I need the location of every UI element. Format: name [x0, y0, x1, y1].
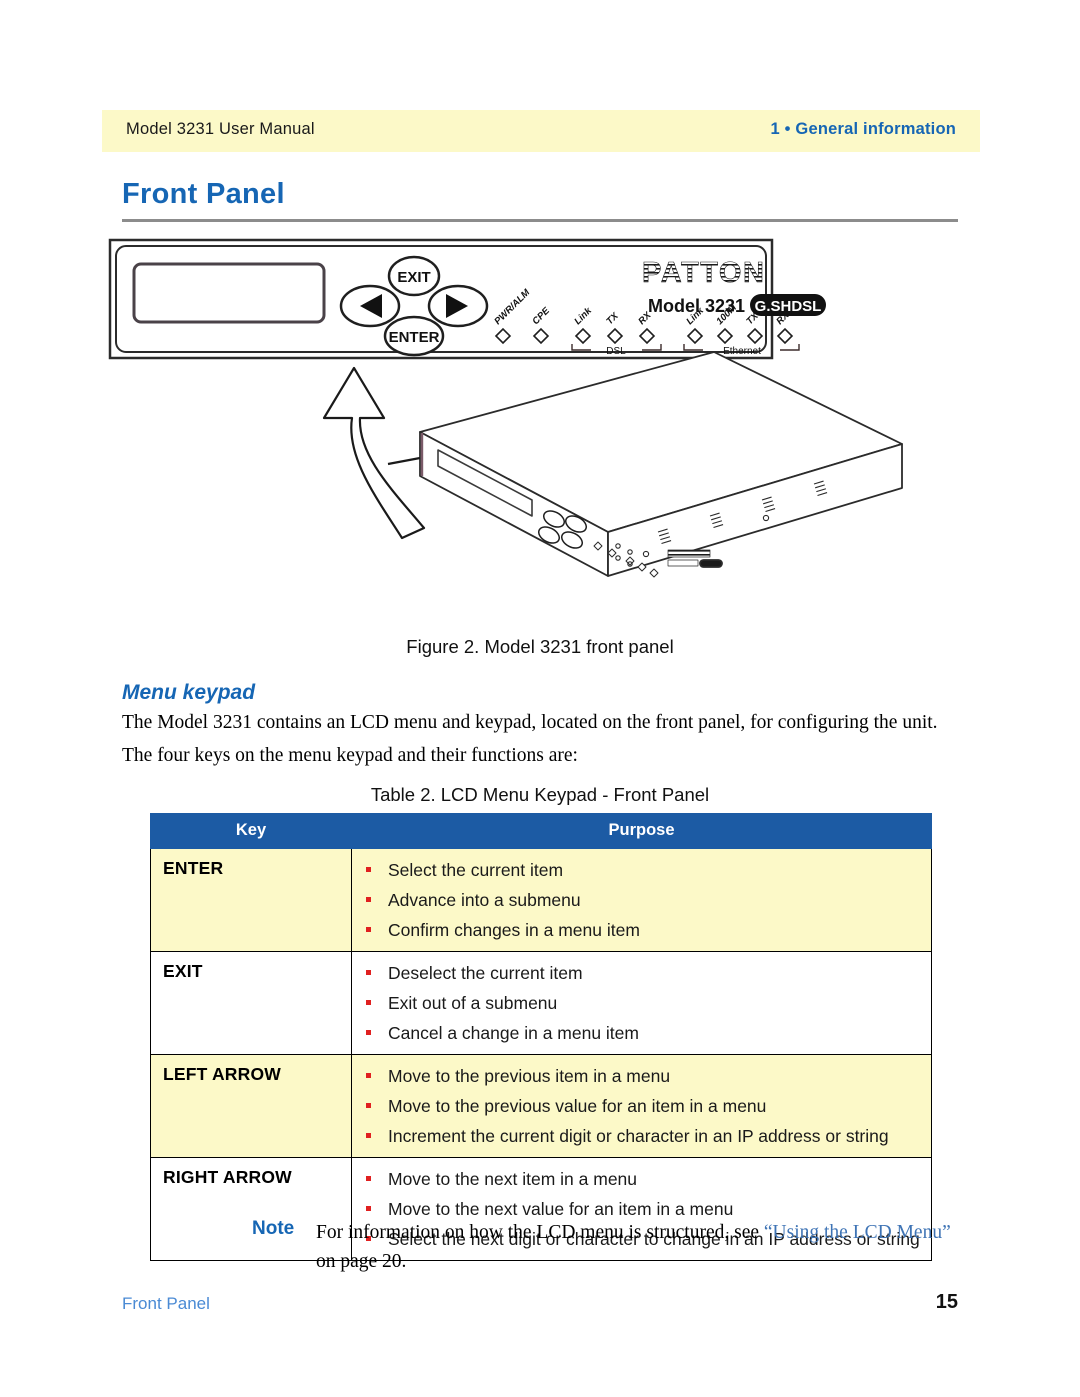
bullet-icon — [366, 927, 371, 932]
purpose-text: Move to the previous value for an item i… — [388, 1096, 767, 1116]
bullet-icon — [366, 1073, 371, 1078]
key-label: EXIT — [150, 951, 352, 1055]
column-header-key: Key — [150, 813, 352, 849]
table-row: ENTER Select the current item Advance in… — [150, 848, 932, 952]
list-item: Increment the current digit or character… — [352, 1121, 931, 1151]
list-item: Select the current item — [352, 855, 931, 885]
svg-text:ENTER: ENTER — [389, 329, 440, 346]
purpose-cell: Select the current item Advance into a s… — [351, 848, 932, 952]
key-label: ENTER — [150, 848, 352, 952]
purpose-text: Move to the next item in a menu — [388, 1169, 638, 1189]
bullet-icon — [366, 1030, 371, 1035]
section-heading-menu-keypad: Menu keypad — [122, 681, 256, 704]
purpose-cell: Move to the previous item in a menu Move… — [351, 1054, 932, 1158]
note-cross-reference-link[interactable]: “Using the LCD Menu” — [764, 1222, 951, 1243]
page-title: Front Panel — [122, 178, 285, 210]
list-item: Confirm changes in a menu item — [352, 915, 931, 945]
list-item: Move to the previous value for an item i… — [352, 1091, 931, 1121]
device-isometric-view — [419, 351, 903, 578]
bullet-icon — [366, 970, 371, 975]
bullet-icon — [366, 1103, 371, 1108]
header-manual-title: Model 3231 User Manual — [126, 120, 315, 138]
callout-arrow — [322, 366, 426, 540]
title-divider — [122, 219, 958, 222]
figure-caption: Figure 2. Model 3231 front panel — [406, 636, 674, 657]
purpose-text: Move to the next value for an item in a … — [388, 1199, 734, 1219]
body-paragraph-2: The four keys on the menu keypad and the… — [122, 745, 578, 766]
lcd-menu-keypad-table: Key Purpose ENTER Select the current ite… — [150, 813, 932, 1261]
running-header: Model 3231 User Manual 1 • General infor… — [102, 110, 980, 152]
model-badge: Model 3231 G.SHDSL — [648, 294, 826, 316]
note-label: Note — [252, 1218, 295, 1239]
purpose-text: Exit out of a submenu — [388, 993, 558, 1013]
front-panel-flat-view: EXIT ENTER PWR/ALM CPE Link TX RX DSL Li… — [108, 238, 826, 360]
table-header-row: Key Purpose — [150, 813, 932, 849]
list-item: Move to the previous item in a menu — [352, 1061, 931, 1091]
purpose-text: Select the current item — [388, 860, 564, 880]
purpose-text: Confirm changes in a menu item — [388, 920, 640, 940]
svg-text:Model 3231: Model 3231 — [648, 296, 745, 316]
table-caption: Table 2. LCD Menu Keypad - Front Panel — [370, 784, 710, 805]
bullet-icon — [366, 867, 371, 872]
list-item: Cancel a change in a menu item — [352, 1018, 931, 1048]
list-item: Advance into a submenu — [352, 885, 931, 915]
key-label: LEFT ARROW — [150, 1054, 352, 1158]
svg-text:PATTON: PATTON — [642, 257, 765, 289]
figure-model-3231-front-panel: PATTON EXIT ENTER — [102, 232, 980, 632]
svg-text:EXIT: EXIT — [397, 269, 430, 286]
patton-logo: PATTON — [642, 257, 765, 290]
note-text: For information on how the LCD menu is s… — [316, 1218, 956, 1276]
svg-text:DSL: DSL — [606, 346, 626, 357]
bullet-icon — [366, 1133, 371, 1138]
purpose-text: Move to the previous item in a menu — [388, 1066, 671, 1086]
table-row: EXIT Deselect the current item Exit out … — [150, 951, 932, 1055]
purpose-text: Increment the current digit or character… — [388, 1126, 889, 1146]
table-row: LEFT ARROW Move to the previous item in … — [150, 1054, 932, 1158]
bullet-icon — [366, 1206, 371, 1211]
svg-text:G.SHDSL: G.SHDSL — [755, 298, 822, 315]
bullet-icon — [366, 1000, 371, 1005]
list-item: Exit out of a submenu — [352, 988, 931, 1018]
purpose-text: Cancel a change in a menu item — [388, 1023, 639, 1043]
svg-text:Ethernet: Ethernet — [723, 346, 761, 357]
purpose-cell: Deselect the current item Exit out of a … — [351, 951, 932, 1055]
note-text-after: on page 20. — [316, 1251, 407, 1272]
list-item: Deselect the current item — [352, 958, 931, 988]
bullet-icon — [366, 897, 371, 902]
footer-page-number: 15 — [935, 1291, 958, 1313]
note-text-before: For information on how the LCD menu is s… — [316, 1222, 764, 1243]
footer-section-label: Front Panel — [122, 1294, 210, 1313]
bullet-icon — [366, 1176, 371, 1181]
purpose-text: Deselect the current item — [388, 963, 583, 983]
purpose-text: Advance into a submenu — [388, 890, 581, 910]
list-item: Move to the next item in a menu — [352, 1164, 931, 1194]
body-paragraph-1: The Model 3231 contains an LCD menu and … — [122, 712, 938, 733]
header-chapter-title: 1 • General information — [770, 120, 956, 138]
column-header-purpose: Purpose — [351, 813, 932, 849]
